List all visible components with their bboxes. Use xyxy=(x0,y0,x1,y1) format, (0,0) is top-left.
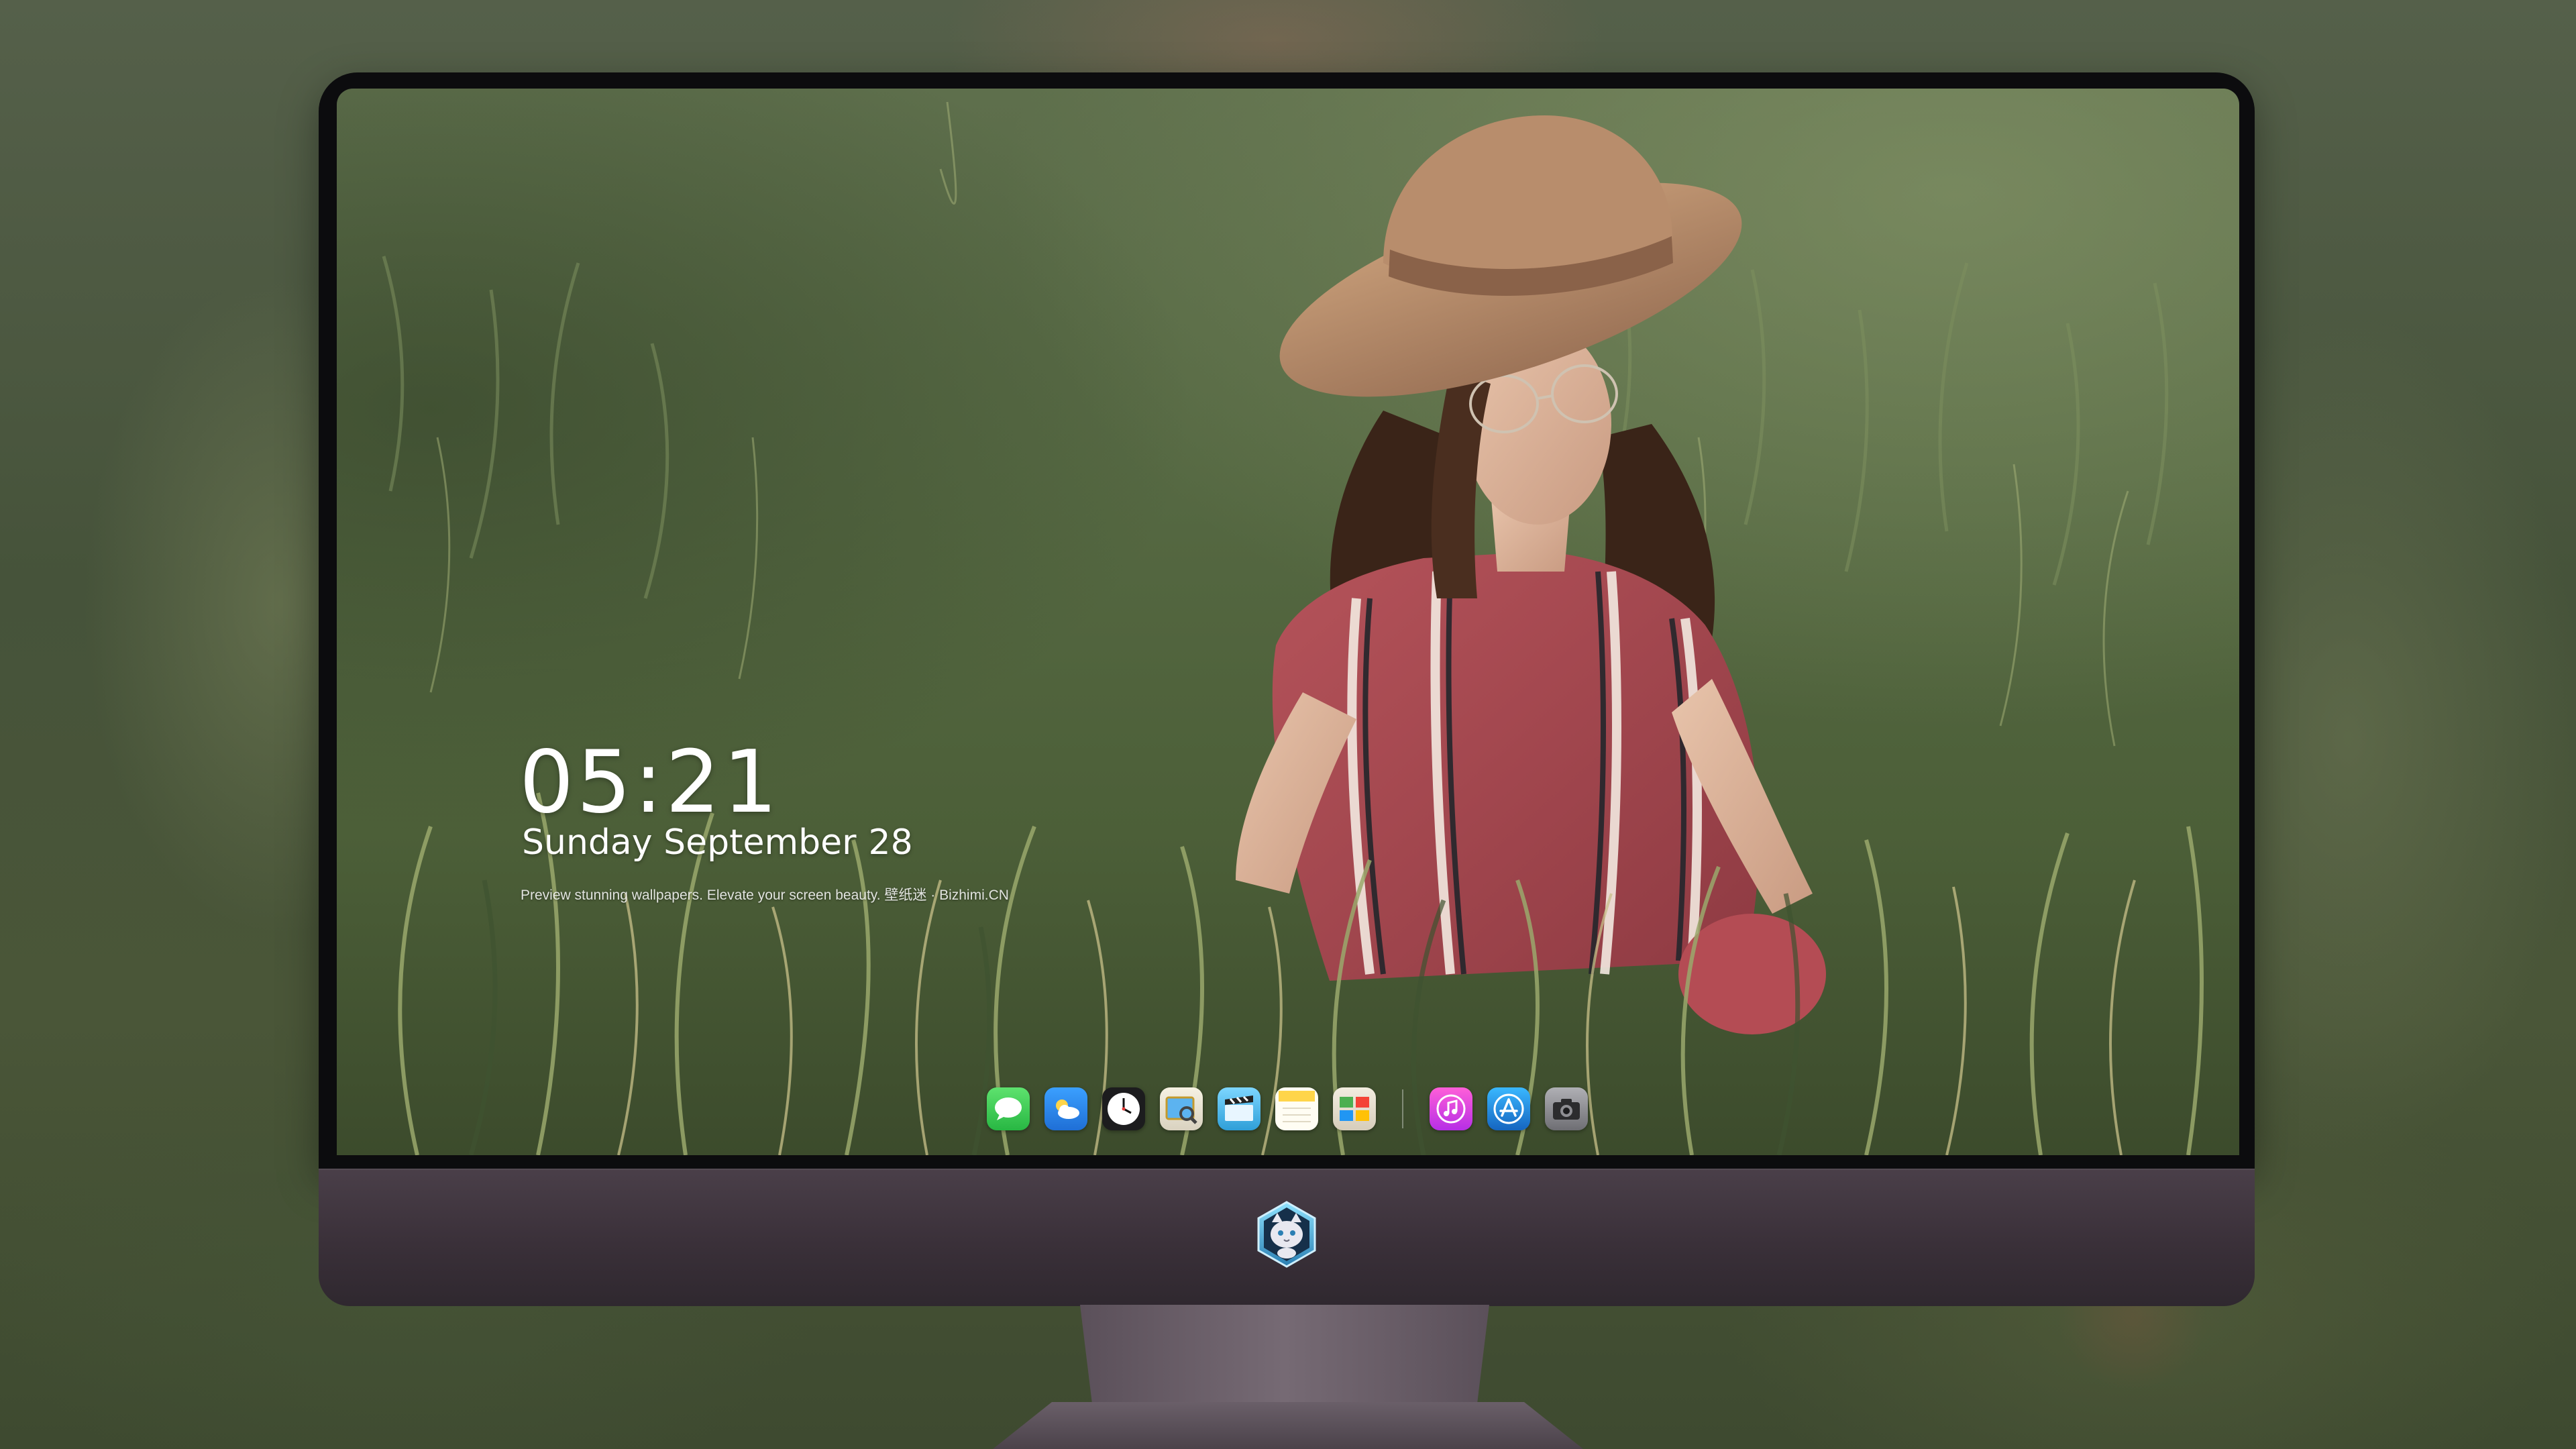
clock-icon[interactable] xyxy=(1102,1087,1145,1130)
cat-mascot-logo xyxy=(1257,1201,1316,1268)
lock-screen-date: Sunday September 28 xyxy=(522,822,913,863)
lock-screen-clock: 05:21 xyxy=(519,733,780,833)
video-editor-icon[interactable] xyxy=(1218,1087,1260,1130)
messages-icon[interactable] xyxy=(987,1087,1030,1130)
app-dock xyxy=(979,1084,1595,1134)
monitor-stand-base xyxy=(993,1402,1583,1449)
photo-booth-icon[interactable] xyxy=(1333,1087,1376,1130)
wallpaper-photo xyxy=(337,89,2239,1155)
preview-icon[interactable] xyxy=(1160,1087,1203,1130)
date-day: 28 xyxy=(868,822,913,863)
monitor-stand-neck xyxy=(1080,1305,1489,1405)
app-store-icon[interactable] xyxy=(1487,1087,1530,1130)
camera-icon[interactable] xyxy=(1545,1087,1588,1130)
weather-icon[interactable] xyxy=(1044,1087,1087,1130)
monitor-screen: 05:21 Sunday September 28 Preview stunnin… xyxy=(337,89,2239,1155)
date-weekday-month: Sunday September xyxy=(522,822,857,863)
notes-icon[interactable] xyxy=(1275,1087,1318,1130)
music-icon[interactable] xyxy=(1430,1087,1472,1130)
dock-separator xyxy=(1402,1089,1403,1128)
wallpaper-caption: Preview stunning wallpapers. Elevate you… xyxy=(521,888,1009,903)
